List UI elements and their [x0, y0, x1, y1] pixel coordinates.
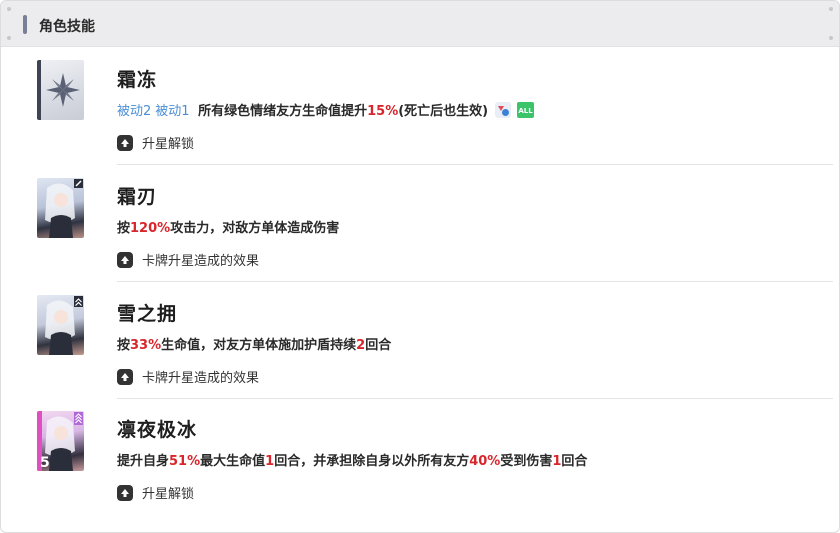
divider [117, 398, 833, 399]
description-text: 回合 [561, 454, 588, 469]
divider [117, 164, 833, 165]
corner-dot [7, 36, 11, 40]
description-text: 受到伤害 [500, 454, 553, 469]
star-upgrade-effect[interactable]: 卡牌升星造成的效果 [117, 367, 259, 386]
star-upgrade-effect[interactable]: 卡牌升星造成的效果 [117, 250, 259, 269]
description-text: 提升自身 [117, 454, 170, 469]
skill-name: 霜刃 [117, 186, 158, 208]
description-text: 按 [117, 338, 131, 353]
skill-description: 提升自身51%最大生命值1回合，并承担除自身以外所有友方40%受到伤害1回合 [117, 450, 587, 469]
character-portrait-icon: 5 [37, 411, 84, 471]
highlight-value: 40% [469, 454, 501, 469]
unlock-label: 升星解锁 [142, 137, 195, 152]
description-text: 回合，并承担除自身以外所有友方 [274, 454, 470, 469]
unlock-label: 升星解锁 [142, 487, 195, 502]
upgrade-unlock[interactable]: 升星解锁 [117, 483, 194, 502]
description-text: 最大生命值 [200, 454, 266, 469]
highlight-value: 15% [367, 104, 399, 119]
upgrade-arrow-icon [117, 484, 133, 501]
description-text: 回合 [365, 338, 392, 353]
skill-description: 按120%攻击力，对敌方单体造成伤害 [117, 217, 339, 236]
skill-description: 被动2 被动1 所有绿色情绪友方生命值提升15%(死亡后也生效) ALL [117, 100, 535, 122]
corner-dot [829, 7, 833, 11]
corner-dot [7, 7, 11, 11]
description-text: (死亡后也生效) [398, 104, 489, 119]
highlight-value: 120% [130, 221, 171, 236]
panel-title: 角色技能 [39, 19, 95, 35]
description-text: 所有绿色情绪友方生命值提升 [198, 104, 368, 119]
upgrade-unlock[interactable]: 升星解锁 [117, 133, 194, 152]
highlight-value: 2 [356, 338, 366, 353]
highlight-value: 33% [130, 338, 162, 353]
description-text: 按 [117, 221, 131, 236]
target-all-badge: ALL [517, 102, 535, 122]
target-friendly-icon [494, 102, 511, 122]
skill-description: 按33%生命值，对友方单体施加护盾持续2回合 [117, 334, 391, 353]
character-portrait-icon [37, 178, 84, 238]
passive-tag[interactable]: 被动1 [155, 104, 189, 119]
snowflake-skill-icon [37, 60, 84, 120]
unlock-label: 卡牌升星造成的效果 [142, 254, 260, 269]
corner-dot [829, 36, 833, 40]
skill-name: 凛夜极冰 [117, 419, 198, 441]
skill-name: 霜冻 [117, 69, 158, 91]
character-portrait-icon [37, 295, 84, 355]
unlock-label: 卡牌升星造成的效果 [142, 371, 260, 386]
svg-text:ALL: ALL [519, 107, 534, 115]
skill-name: 雪之拥 [117, 303, 178, 325]
svg-text:5: 5 [40, 455, 50, 471]
skills-panel: 角色技能 霜冻 被动2 被动1 所有绿色情绪友方生命值提升15%(死亡后也生效) [0, 0, 840, 533]
description-text: 生命值，对友方单体施加护盾持续 [161, 338, 357, 353]
upgrade-arrow-icon [117, 134, 133, 151]
passive-tag[interactable]: 被动2 [117, 104, 151, 119]
upgrade-arrow-icon [117, 368, 133, 385]
highlight-value: 1 [265, 454, 275, 469]
highlight-value: 51% [169, 454, 201, 469]
upgrade-arrow-icon [117, 251, 133, 268]
panel-header: 角色技能 [1, 1, 839, 47]
header-accent-bar [23, 15, 27, 34]
divider [117, 281, 833, 282]
description-text: 攻击力，对敌方单体造成伤害 [170, 221, 340, 236]
